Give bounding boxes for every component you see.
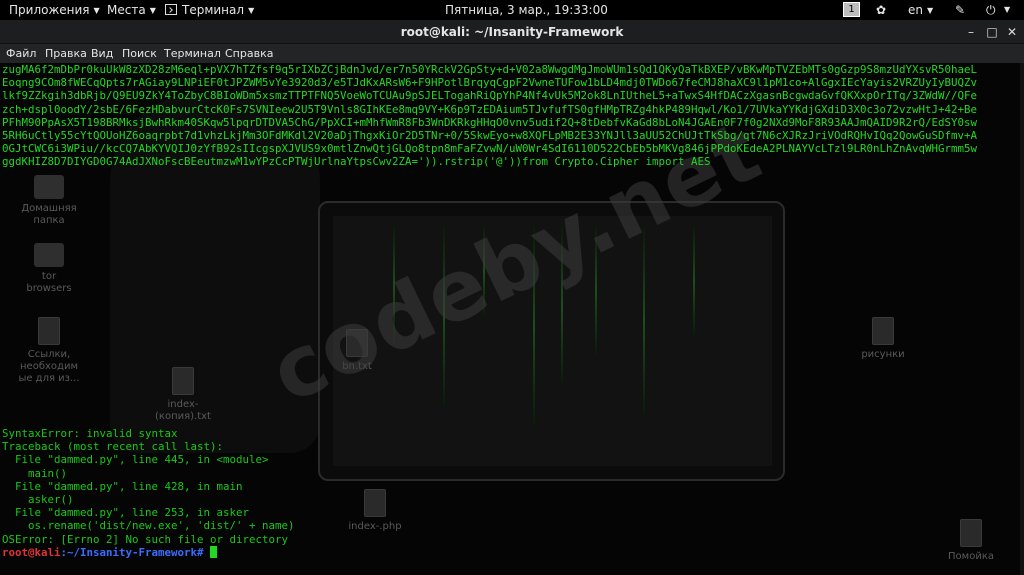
desktop-icon-label: рисунки — [861, 349, 905, 360]
folder-icon — [34, 175, 64, 199]
terminal-line: main() — [2, 466, 68, 480]
desktop-icon-tor[interactable]: tor browsers — [14, 243, 84, 295]
menu-search[interactable]: Поиск — [122, 46, 157, 61]
applications-menu[interactable]: Приложения ▼ — [9, 2, 100, 18]
desktop-icon-label: tor browsers — [26, 271, 72, 294]
places-label: Места — [107, 3, 146, 17]
keyboard-layout[interactable]: en ▼ — [908, 2, 933, 18]
file-icon — [38, 317, 60, 345]
menu-edit[interactable]: Правка — [45, 46, 87, 61]
terminal-app-menu[interactable]: Терминал ▼ — [165, 2, 254, 18]
file-icon — [872, 317, 894, 345]
top-bar: Приложения ▼ Места ▼ Терминал ▼ Пятница, 3 … — [0, 0, 1024, 20]
window-title: root@kali: ~/Insanity-Framework — [400, 25, 624, 39]
prompt-user: root@kali — [2, 546, 61, 559]
terminal-line: asker() — [2, 493, 74, 507]
terminal-line: lkf9ZZkgih3dbRjb/Q9EU9ZkY4ToZbyC8BIoWDm5… — [2, 89, 978, 103]
terminal-icon — [165, 4, 177, 15]
terminal-area[interactable]: Домашняя папка tor browsers Ссылки, необ… — [0, 63, 1024, 575]
file-icon — [172, 367, 194, 395]
menu-help[interactable]: Справка — [225, 46, 273, 61]
terminal-line: zugMA6f2mDbPr0kuUkW8zXD28zM6eql+pVX7hTZf… — [2, 63, 978, 76]
terminal-line: 5RH6uCtly55cYtQOUoHZ6oaqrpbt7d1vhzLkjMm3… — [2, 129, 978, 143]
terminal-line: Eoqng9COm8fWECqQpts7rAGiay9LNPiEF0tJPZWM… — [2, 76, 978, 90]
power-icon[interactable]: ⏻ — [986, 2, 996, 18]
terminal-line: 0GJtCWC6i3WPiu//kcCQ7AbKYVQIJ0zYfB92sIIc… — [2, 142, 978, 156]
desktop-icon-links[interactable]: Ссылки, необходим ые для из... — [14, 317, 84, 385]
desktop-icon-label: Ссылки, необходим ые для из... — [18, 349, 80, 384]
folder-icon — [34, 243, 64, 267]
window-titlebar[interactable]: root@kali: ~/Insanity-Framework – □ ✕ — [0, 20, 1024, 44]
menu-view[interactable]: Вид — [91, 46, 113, 61]
terminal-line: File "dammed.py", line 428, in main — [2, 479, 243, 493]
workspace-indicator[interactable]: 1 — [843, 2, 860, 17]
chevron-down-icon: ▼ — [93, 6, 100, 15]
close-icon[interactable]: ✕ — [1004, 24, 1020, 40]
terminal-line: PFhM90PpAsX5T198BRMksjBwhRkm40SKqw5lpqrD… — [2, 115, 978, 129]
clock[interactable]: Пятница, 3 мар., 19:33:00 — [445, 2, 608, 18]
maximize-icon[interactable]: □ — [984, 24, 1000, 40]
pen-icon[interactable]: ✎ — [955, 2, 965, 18]
chevron-down-icon: ▼ — [149, 6, 156, 15]
terminal-line: ggdKHIZ8D7DIYGD0G74AdJXNoFscBEeutmzwM1wY… — [2, 155, 711, 169]
terminal-output-traceback: SyntaxError: invalid syntax Traceback (mo… — [2, 427, 1022, 546]
desktop-icon-label: index- (копия).txt — [155, 399, 211, 422]
terminal-output-code: zugMA6f2mDbPr0kuUkW8zXD28zM6eql+pVX7hTZf… — [2, 63, 1022, 169]
places-menu[interactable]: Места ▼ — [107, 2, 156, 18]
menu-file[interactable]: Файл — [6, 46, 36, 61]
desktop-icon-label: Домашняя папка — [21, 203, 77, 226]
terminal-prompt-line[interactable]: root@kali:~/Insanity-Framework# — [2, 546, 1022, 559]
terminal-app-label: Терминал — [182, 3, 245, 17]
terminal-line: File "dammed.py", line 445, in <module> — [2, 453, 269, 467]
minimize-icon[interactable]: – — [963, 24, 979, 40]
chevron-down-icon: ▼ — [927, 6, 934, 15]
terminal-line: SyntaxError: invalid syntax — [2, 427, 178, 440]
menu-terminal[interactable]: Терминал — [164, 46, 221, 61]
terminal-line: Traceback (most recent call last): — [2, 440, 224, 454]
terminal-line: os.rename('dist/new.exe', 'dist/' + name… — [2, 519, 295, 533]
desktop-icon-pictures[interactable]: рисунки — [848, 317, 918, 361]
desktop-icon-home[interactable]: Домашняя папка — [14, 175, 84, 227]
terminal-line: zch+dspl0oodY/2sbE/6FezHDabvurCtcK0Fs7SV… — [2, 102, 978, 116]
applications-label: Приложения — [9, 3, 90, 17]
keyboard-layout-label: en — [908, 3, 923, 17]
chevron-down-icon[interactable]: ▼ — [1004, 2, 1010, 18]
terminal-scrollbar[interactable] — [1020, 63, 1024, 575]
chevron-down-icon: ▼ — [248, 6, 255, 15]
photos-icon[interactable]: ✿ — [876, 2, 886, 18]
terminal-menubar: Файл Правка Вид Поиск Терминал Справка — [0, 44, 1024, 63]
text-cursor — [210, 546, 218, 558]
terminal-line: File "dammed.py", line 253, in asker — [2, 506, 250, 520]
terminal-line: OSError: [Errno 2] No such file or direc… — [2, 532, 289, 546]
desktop-icon-index-copy[interactable]: index- (копия).txt — [148, 367, 218, 423]
prompt-path: :~/Insanity-Framework# — [60, 546, 204, 559]
